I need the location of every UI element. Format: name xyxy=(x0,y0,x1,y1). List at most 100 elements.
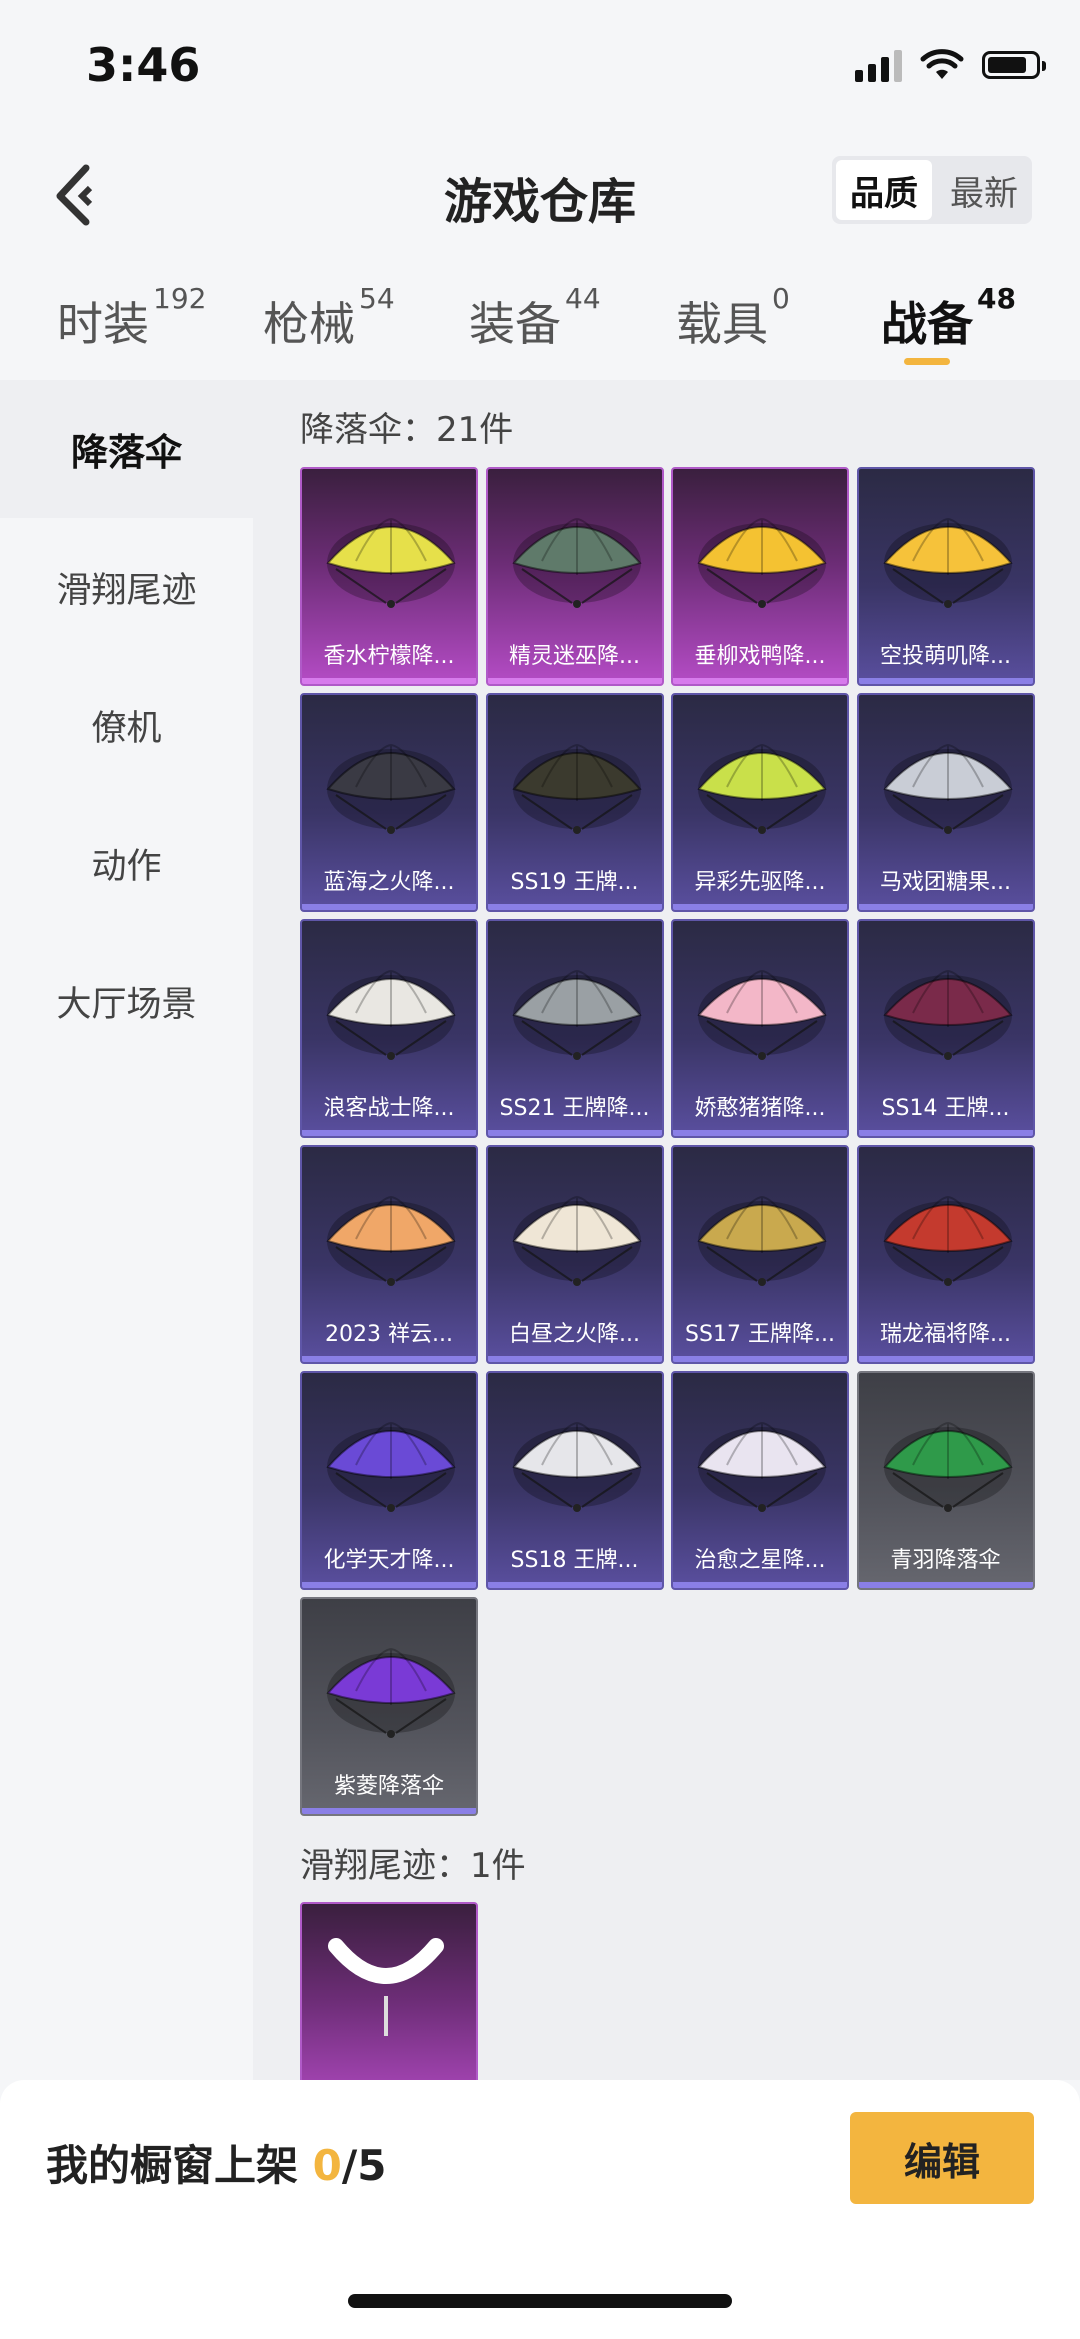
item-card[interactable]: 马戏团糖果... xyxy=(856,693,1035,912)
tab-equipment[interactable]: 装备 44 xyxy=(469,282,601,354)
rarity-bar xyxy=(858,904,1033,910)
battery-icon xyxy=(982,51,1046,79)
sidebar-item-emote[interactable]: 动作 xyxy=(0,794,253,932)
sort-newest-button[interactable]: 最新 xyxy=(936,156,1032,224)
item-card[interactable]: 2023 祥云... xyxy=(300,1145,478,1364)
item-card[interactable]: 空投萌叽降... xyxy=(856,467,1035,686)
tab-label: 载具 xyxy=(676,297,768,351)
item-card-label: 空投萌叽降... xyxy=(880,644,1011,669)
parachute-icon xyxy=(697,744,827,834)
tab-label: 战备 xyxy=(881,297,973,351)
sort-quality-button[interactable]: 品质 xyxy=(836,160,932,220)
rarity-bar xyxy=(302,1808,476,1814)
rarity-bar xyxy=(302,1130,476,1136)
item-card-label: 2023 祥云... xyxy=(325,1322,453,1347)
parachute-icon xyxy=(511,1196,642,1286)
item-card-label: 瑞龙福将降... xyxy=(880,1322,1011,1347)
home-indicator xyxy=(348,2294,732,2308)
item-card-label: 异彩先驱降... xyxy=(694,870,826,895)
rarity-bar xyxy=(302,904,476,910)
item-card[interactable]: 香水柠檬降... xyxy=(300,467,478,686)
rarity-bar xyxy=(487,1582,662,1588)
rarity-bar xyxy=(858,1130,1033,1136)
section-title-trails: 滑翔尾迹：1件 xyxy=(300,1846,526,1886)
item-card[interactable]: 异彩先驱降... xyxy=(671,693,849,912)
rarity-bar xyxy=(858,678,1033,684)
item-card-label: 娇憨猪猪降... xyxy=(694,1096,826,1121)
tab-label: 时装 xyxy=(57,297,149,351)
parachute-icon xyxy=(882,1422,1013,1512)
sidebar-item-glide-trail[interactable]: 滑翔尾迹 xyxy=(0,518,253,656)
parachute-icon xyxy=(697,1422,827,1512)
item-list: 降落伞：21件 香水柠檬降... 精灵迷巫降... 垂柳戏鸭降... 空投萌叽降...… xyxy=(253,380,1080,2080)
tab-guns[interactable]: 枪械 54 xyxy=(263,282,395,354)
wifi-icon xyxy=(920,49,964,79)
showcase-text: 我的橱窗上架 xyxy=(46,2141,299,2190)
parachute-icon xyxy=(326,970,456,1060)
sidebar-item-parachute[interactable]: 降落伞 xyxy=(0,380,253,518)
tab-count: 192 xyxy=(153,282,207,315)
item-card-label: 白昼之火降... xyxy=(509,1322,640,1347)
item-card-label: 蓝海之火降... xyxy=(323,870,455,895)
parachute-icon xyxy=(511,1422,642,1512)
item-card-label: SS21 王牌降... xyxy=(499,1096,650,1121)
parachute-icon xyxy=(697,1196,827,1286)
item-card[interactable]: SS21 王牌降... xyxy=(485,919,664,1138)
item-card[interactable]: SS14 王牌... xyxy=(856,919,1035,1138)
showcase-current-count: 0 xyxy=(312,2141,342,2190)
item-card[interactable] xyxy=(300,1902,478,2080)
parachute-icon xyxy=(511,970,642,1060)
tab-vehicles[interactable]: 载具 0 xyxy=(676,282,790,354)
item-card[interactable]: 浪客战士降... xyxy=(300,919,478,1138)
sidebar-item-lobby-scene[interactable]: 大厅场景 xyxy=(0,932,253,1070)
item-card-label: 紫菱降落伞 xyxy=(333,1774,444,1799)
sort-toggle[interactable]: 品质 最新 xyxy=(832,156,1032,224)
item-card[interactable]: 蓝海之火降... xyxy=(300,693,478,912)
item-card[interactable]: 瑞龙福将降... xyxy=(856,1145,1035,1364)
item-card-label: 垂柳戏鸭降... xyxy=(694,644,826,669)
item-card[interactable]: 白昼之火降... xyxy=(485,1145,664,1364)
item-card[interactable]: 紫菱降落伞 xyxy=(300,1597,478,1816)
trail-grid xyxy=(300,1902,1040,2080)
tab-fashion[interactable]: 时装 192 xyxy=(57,282,206,354)
item-card[interactable]: 青羽降落伞 xyxy=(856,1371,1035,1590)
parachute-icon xyxy=(326,518,456,608)
tab-label: 装备 xyxy=(469,297,561,351)
parachute-icon xyxy=(882,970,1013,1060)
edit-button[interactable]: 编辑 xyxy=(850,2112,1034,2204)
item-card-label: 化学天才降... xyxy=(323,1548,455,1573)
item-card[interactable]: 治愈之星降... xyxy=(671,1371,849,1590)
item-card[interactable]: 垂柳戏鸭降... xyxy=(671,467,849,686)
item-card[interactable]: SS19 王牌... xyxy=(485,693,664,912)
status-bar: 3:46 xyxy=(0,0,1080,130)
tab-battle-gear[interactable]: 战备 48 xyxy=(881,282,1016,354)
rarity-bar xyxy=(302,1582,476,1588)
item-card-label: SS19 王牌... xyxy=(510,870,639,895)
item-card-label: 浪客战士降... xyxy=(323,1096,455,1121)
item-card-label: SS14 王牌... xyxy=(881,1096,1010,1121)
tab-count: 0 xyxy=(772,282,790,315)
parachute-icon xyxy=(882,744,1013,834)
item-card[interactable]: SS17 王牌降... xyxy=(671,1145,849,1364)
showcase-label: 我的橱窗上架 0/5 xyxy=(46,2132,386,2193)
sidebar-item-wingman[interactable]: 僚机 xyxy=(0,656,253,794)
rarity-bar xyxy=(673,1582,847,1588)
status-time: 3:46 xyxy=(86,38,201,92)
nav-bar: 游戏仓库 品质 最新 xyxy=(0,140,1080,260)
item-card[interactable]: 化学天才降... xyxy=(300,1371,478,1590)
rarity-bar xyxy=(858,1582,1033,1588)
cellular-signal-icon xyxy=(855,48,902,82)
item-card[interactable]: SS18 王牌... xyxy=(485,1371,664,1590)
rarity-bar xyxy=(673,1130,847,1136)
parachute-grid: 香水柠檬降... 精灵迷巫降... 垂柳戏鸭降... 空投萌叽降... 蓝海之火降...… xyxy=(300,467,1040,1823)
item-card[interactable]: 娇憨猪猪降... xyxy=(671,919,849,1138)
showcase-total: /5 xyxy=(341,2141,387,2190)
rarity-bar xyxy=(302,678,476,684)
parachute-icon xyxy=(326,1196,456,1286)
item-card[interactable]: 精灵迷巫降... xyxy=(485,467,664,686)
item-card-label: SS17 王牌降... xyxy=(685,1322,835,1347)
parachute-icon xyxy=(511,518,642,608)
category-tabs: 时装 192 枪械 54 装备 44 载具 0 战备 48 xyxy=(0,268,1080,378)
rarity-bar xyxy=(487,1356,662,1362)
rarity-bar xyxy=(673,1356,847,1362)
